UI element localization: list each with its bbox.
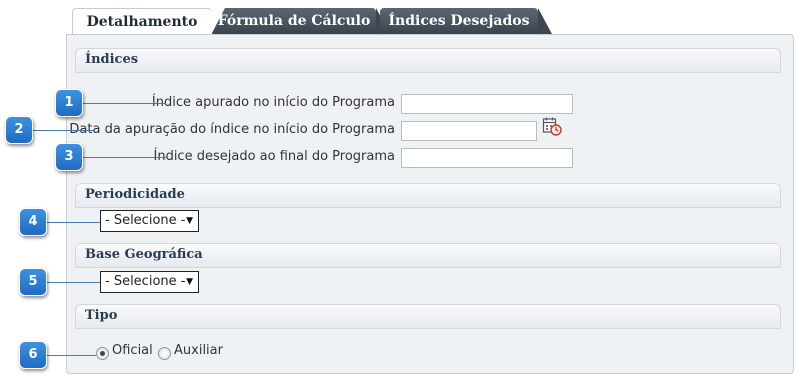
callout-connector [46, 282, 100, 283]
radio-label-oficial[interactable]: Oficial [112, 343, 153, 358]
radio-oficial[interactable] [96, 347, 109, 360]
section-title-periodicidade: Periodicidade [85, 187, 185, 202]
radio-auxiliar[interactable] [158, 347, 171, 360]
section-header-indices [75, 48, 781, 73]
form-page: Detalhamento Fórmula de Cálculo Índices … [0, 0, 800, 379]
callout-connector [46, 355, 96, 356]
indice-apurado-input[interactable] [401, 94, 573, 114]
callout-connector [82, 103, 166, 104]
label-indice-apurado: Índice apurado no início do Programa [151, 95, 395, 110]
section-title-indices: Índices [85, 52, 139, 67]
callout-badge-2: 2 [5, 116, 33, 144]
callout-badge-6: 6 [19, 341, 47, 369]
data-apuracao-input[interactable] [401, 121, 537, 141]
indice-desejado-input[interactable] [401, 148, 573, 168]
label-indice-desejado: Índice desejado ao final do Programa [153, 149, 396, 164]
base-geografica-select-value: - Selecione - [105, 274, 186, 289]
section-title-base-geografica: Base Geográfica [85, 247, 203, 262]
base-geografica-select[interactable]: - Selecione - ▼ [100, 271, 199, 293]
callout-connector [32, 130, 94, 131]
tab-detalhamento[interactable]: Detalhamento [72, 8, 225, 35]
periodicidade-select-value: - Selecione - [105, 213, 186, 228]
tab-indices-desejados[interactable]: Índices Desejados [380, 8, 552, 34]
label-data-apuracao: Data da apuração do índice no início do … [69, 122, 395, 137]
chevron-down-icon: ▼ [186, 277, 193, 287]
callout-badge-5: 5 [19, 268, 47, 296]
section-header-tipo [75, 304, 781, 329]
tab-formula-de-calculo[interactable]: Fórmula de Cálculo [212, 8, 390, 34]
section-title-tipo: Tipo [85, 308, 118, 323]
calendar-clock-icon[interactable] [542, 116, 562, 136]
chevron-down-icon: ▼ [186, 216, 193, 226]
radio-label-auxiliar[interactable]: Auxiliar [174, 343, 223, 358]
callout-badge-3: 3 [55, 143, 83, 171]
callout-connector [46, 222, 100, 223]
callout-badge-1: 1 [55, 89, 83, 117]
callout-connector [82, 157, 168, 158]
callout-badge-4: 4 [19, 208, 47, 236]
periodicidade-select[interactable]: - Selecione - ▼ [100, 210, 199, 232]
